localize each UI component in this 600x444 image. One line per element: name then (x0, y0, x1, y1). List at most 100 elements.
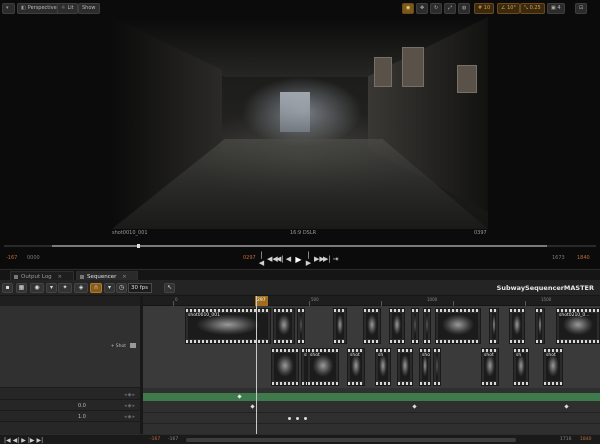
snap-icon[interactable]: ∩ (90, 283, 102, 293)
shot-clip[interactable] (273, 308, 295, 344)
shot-clip[interactable]: shot0210_0... (556, 308, 600, 344)
viewport-menu-button[interactable]: ▾ (2, 3, 15, 14)
shot-name-label: shot0010_001 (112, 230, 148, 236)
track-value[interactable]: 0.0 (78, 403, 86, 409)
play-reverse-icon[interactable]: ◀ (285, 255, 292, 263)
jump-to-end-icon[interactable]: ▶| (323, 255, 331, 263)
realtime-toggle[interactable]: ◉ (402, 3, 415, 14)
aspect-label: 16:9 DSLR (290, 230, 317, 236)
keyframe-nav-icon[interactable]: ◂◆▸ (124, 414, 136, 420)
scale-snap-button[interactable]: ⤡ 0.25 (520, 3, 545, 14)
shot-clip[interactable]: shot (347, 348, 365, 386)
show-label: Show (82, 5, 96, 11)
scale-tool-button[interactable]: ⤢ (444, 3, 457, 14)
maximize-viewport-button[interactable]: ⊡ (575, 3, 588, 14)
find-in-browser-icon[interactable]: ▦ (16, 283, 27, 293)
viewport-scrub-bar[interactable] (0, 244, 600, 248)
step-back-icon[interactable]: ◀| (276, 255, 284, 263)
move-tool-button[interactable]: ✥ (416, 3, 429, 14)
step-forward-icon[interactable]: |▶ (28, 437, 35, 444)
world-local-button[interactable]: ◍ (458, 3, 471, 14)
navigate-up-icon[interactable]: ↖ (164, 283, 175, 293)
shot-clip[interactable] (363, 308, 381, 344)
step-back-icon[interactable]: ◀| (13, 437, 20, 444)
rotate-tool-button[interactable]: ↻ (430, 3, 443, 14)
shot-clip[interactable] (435, 308, 481, 344)
perspective-button[interactable]: ◧ Perspective (17, 3, 61, 14)
shot-clip[interactable]: shot (543, 348, 563, 386)
scrub-playhead[interactable] (137, 244, 140, 248)
camera-speed-button[interactable]: ▣ 4 (547, 3, 565, 14)
play-icon[interactable]: ▶ (21, 437, 26, 444)
lit-button[interactable]: ☼ Lit (57, 3, 78, 14)
step-forward-icon[interactable]: |▶ (305, 251, 312, 267)
shot-clip[interactable] (297, 308, 305, 344)
shot-clip[interactable] (411, 308, 419, 344)
timeline-scrollbar[interactable] (186, 438, 516, 442)
grid-snap-button[interactable]: # 10 (474, 3, 495, 14)
time-ruler[interactable]: 0 500 1000 1500 297 (143, 296, 600, 306)
angle-icon: ∠ (501, 5, 506, 11)
jump-to-start-icon[interactable]: |◀ (258, 251, 265, 267)
save-icon[interactable]: ▪ (2, 283, 13, 293)
viewport-transport: -167 0000 0297 |◀ ◀◀ ◀| ◀ ▶ |▶ ▶▶ ▶| ⇥ 1… (0, 251, 600, 267)
jump-back-icon[interactable]: ◀◀ (267, 255, 278, 263)
shot-track-row[interactable]: + Shot (0, 306, 140, 388)
clock-icon[interactable]: ◷ (116, 283, 127, 293)
shot-clip[interactable] (333, 308, 347, 344)
keyframe[interactable] (237, 394, 242, 399)
panel-tab-bar: Output Log × Sequencer × (0, 269, 600, 281)
keyframe-nav-icon[interactable]: ◂◆▸ (124, 392, 136, 398)
settings-dropdown-icon[interactable]: ▾ (104, 283, 115, 293)
play-icon[interactable]: ▶ (294, 255, 303, 264)
shot-clip-label: shot (484, 353, 494, 358)
track-row[interactable]: ◂◆▸ (0, 389, 140, 400)
track-value[interactable]: 1.0 (78, 414, 86, 420)
fps-selector[interactable]: 30 fps (128, 283, 152, 293)
shot-clip-label: shot0210_0... (559, 313, 590, 318)
shot-clip[interactable]: sh (513, 348, 529, 386)
keyframe-row[interactable] (143, 402, 600, 413)
jump-to-start-icon[interactable]: |◀ (4, 437, 11, 444)
shot-clip[interactable] (509, 308, 525, 344)
render-movie-icon[interactable]: ✦ (58, 283, 72, 293)
keyframe[interactable] (304, 417, 307, 420)
shot-clip[interactable] (433, 348, 441, 386)
shot-clip[interactable]: shot (419, 348, 431, 386)
keyframe[interactable] (412, 404, 417, 409)
shot-clip[interactable]: shot (481, 348, 499, 386)
sequencer-timeline[interactable]: 0 500 1000 1500 297 shot0010_001 shot021… (143, 296, 600, 434)
shot-clip[interactable] (271, 348, 299, 386)
shot-clip[interactable] (489, 308, 499, 344)
loop-icon[interactable]: ⇥ (332, 255, 339, 263)
add-shot-button[interactable]: + Shot (111, 344, 126, 349)
track-row[interactable]: 0.0 ◂◆▸ (0, 400, 140, 411)
keyframe-nav-icon[interactable]: ◂◆▸ (124, 403, 136, 409)
shot-clip[interactable]: shot (307, 348, 339, 386)
camera-speed-value: 4 (557, 5, 561, 11)
jump-forward-icon[interactable]: ▶▶ (314, 255, 325, 263)
timeline-playhead[interactable] (256, 296, 257, 434)
shot-clip[interactable] (389, 308, 405, 344)
camera-icon[interactable]: ◉ (30, 283, 44, 293)
rotation-snap-button[interactable]: ∠ 10° (497, 3, 520, 14)
scale-snap-value: 0.25 (529, 5, 541, 11)
track-row[interactable]: 1.0 ◂◆▸ (0, 411, 140, 422)
shot-clip[interactable] (423, 308, 431, 344)
shot-track-lane[interactable]: shot0010_001 shot0210_0... shot002... sh… (143, 306, 600, 388)
keyframe-row[interactable] (143, 413, 600, 424)
shot-clip[interactable] (397, 348, 413, 386)
keyframe[interactable] (250, 404, 255, 409)
jump-to-end-icon[interactable]: ▶| (37, 437, 44, 444)
shot-clip[interactable] (535, 308, 545, 344)
keyframe[interactable] (288, 417, 291, 420)
keyframe[interactable] (564, 404, 569, 409)
shot-clip[interactable]: shot0010_001 (185, 308, 271, 344)
fade-track[interactable] (143, 393, 600, 401)
keyframe[interactable] (296, 417, 299, 420)
cinematic-viewport[interactable]: ▾ ◧ Perspective ☼ Lit Show ◉ ✥ ↻ ⤢ ◍ # 10 … (0, 0, 600, 268)
transform-icon[interactable]: ◈ (74, 283, 88, 293)
shot-clip[interactable]: sh (375, 348, 391, 386)
show-button[interactable]: Show (78, 3, 100, 14)
dropdown-icon[interactable]: ▾ (46, 283, 57, 293)
